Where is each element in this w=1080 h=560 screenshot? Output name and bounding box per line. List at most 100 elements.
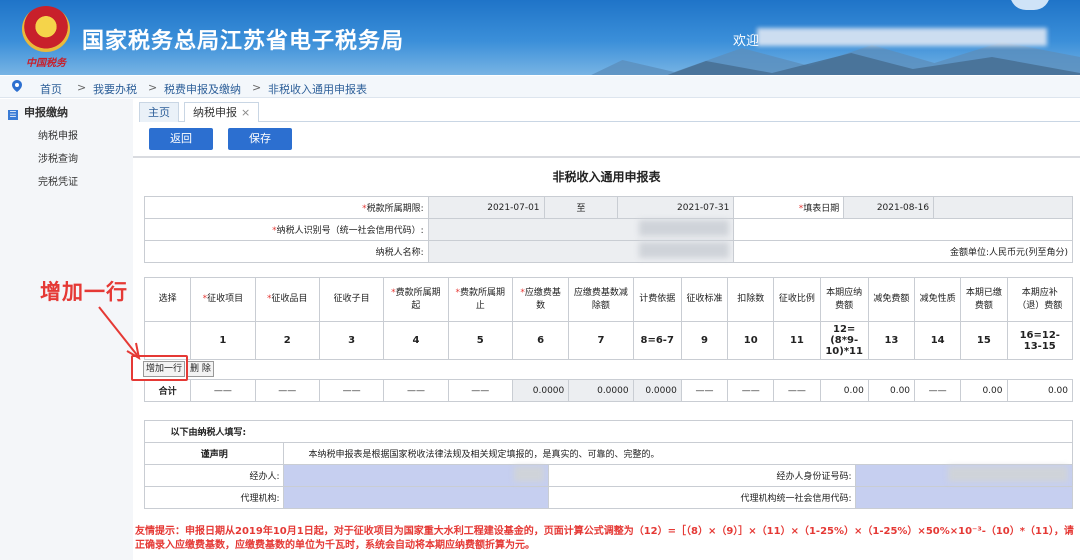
total-cell: 0.0000 [568, 379, 634, 402]
total-cell: 0.00 [960, 379, 1008, 402]
agent-field[interactable] [283, 464, 550, 487]
total-cell: 0.0000 [632, 379, 682, 402]
total-label: 合计 [143, 379, 192, 402]
column-header: 减免费额 [867, 277, 916, 322]
tab-tax-declare[interactable]: 纳税申报 × [184, 102, 260, 122]
column-number: 15 [960, 321, 1008, 360]
fill-date-field[interactable]: 2021-08-16 [843, 196, 935, 219]
column-number: 13 [867, 321, 916, 360]
taxpayer-name-field [427, 240, 735, 263]
agent-id-label: 经办人身份证号码: [548, 464, 857, 487]
period-to-label: 至 [543, 196, 619, 219]
total-cell: —— [190, 379, 256, 402]
sidebar-item-tax-declare[interactable]: 纳税申报 [38, 127, 78, 142]
column-header-label: 征收子目 [333, 294, 370, 304]
amount-unit: 金额单位:人民币元(列至角分) [733, 240, 1073, 263]
declaration-table: 以下由纳税人填写: 谨声明 本纳税申报表是根据国家税收法律法规及相关规定填报的，… [143, 420, 1073, 509]
taxpayer-id-spacer [733, 218, 1073, 241]
column-header: 本期已缴费额 [960, 277, 1008, 322]
sidebar-item-tax-query[interactable]: 涉税查询 [38, 150, 78, 165]
column-header-label: 本期应纳费额 [826, 287, 863, 311]
sidebar-item-tax-receipt[interactable]: 完税凭证 [38, 173, 78, 188]
table-header-row: 选择 *征收项目 *征收品目 征收子目 *费款所属期起 *费款所属期止 *应缴费基数 应缴费基… [143, 277, 1073, 322]
column-header-label: 费款所属期起 [395, 287, 441, 311]
breadcrumb-separator: > [77, 81, 87, 94]
back-button[interactable]: 返回 [149, 128, 213, 150]
column-number: 1 [190, 321, 256, 360]
close-icon[interactable]: × [241, 106, 250, 119]
fee-table: 选择 *征收项目 *征收品目 征收子目 *费款所属期起 *费款所属期止 *应缴费基数 应缴费基… [143, 277, 1073, 402]
total-cell: —— [773, 379, 821, 402]
fill-date-spacer [933, 196, 1073, 219]
save-button[interactable]: 保存 [228, 128, 292, 150]
breadcrumb-home[interactable]: 首页 [40, 81, 62, 97]
taxpayer-id-label: *纳税人识别号（统一社会信用代码）: [144, 218, 429, 241]
add-row-callout: 增加一行 [40, 280, 128, 304]
column-header-label: 计费依据 [639, 294, 676, 304]
column-header: 征收比例 [773, 277, 821, 322]
taxpayer-name-redacted [639, 242, 730, 258]
column-header: 本期应纳费额 [819, 277, 869, 322]
column-number: 6 [511, 321, 570, 360]
column-header-label: 征收比例 [778, 294, 815, 304]
total-cell: —— [447, 379, 513, 402]
sidebar-heading[interactable]: ☰ 申报缴纳 [8, 104, 68, 120]
column-number: 16=12-13-15 [1006, 321, 1073, 360]
table-action-row [145, 360, 1073, 380]
tab-label: 主页 [148, 106, 170, 119]
user-name-redacted [757, 28, 1047, 46]
column-header: *征收项目 [190, 277, 256, 322]
info-table: *税款所属期限: 2021-07-01 至 2021-07-31 *填表日期 2… [144, 196, 1073, 263]
column-header-label: 应缴费基数 [524, 287, 561, 311]
menu-icon: ☰ [8, 110, 18, 120]
column-number: 11 [773, 321, 821, 360]
period-start-field[interactable]: 2021-07-01 [427, 196, 545, 219]
decl-blank [144, 420, 167, 443]
total-cell: —— [254, 379, 320, 402]
header-banner: 中国税务 国家税务总局江苏省电子税务局 欢迎 [0, 0, 1080, 75]
column-header: 征收子目 [318, 277, 385, 322]
breadcrumb-separator: > [148, 81, 158, 94]
agency-field[interactable] [283, 486, 550, 509]
callout-arrow-icon [98, 306, 141, 360]
column-number: 8=6-7 [632, 321, 682, 360]
agent-id-redacted [948, 466, 1068, 482]
column-header: *费款所属期起 [383, 277, 449, 322]
column-number: 3 [318, 321, 385, 360]
total-cell: —— [727, 379, 775, 402]
column-header: 扣除数 [727, 277, 775, 322]
agency-code-field[interactable] [855, 486, 1073, 509]
column-number: 12=(8*9-10)*11 [819, 321, 869, 360]
welcome-text: 欢迎 [733, 34, 760, 49]
user-menu-icon[interactable] [1010, 0, 1050, 10]
column-number: 9 [680, 321, 729, 360]
fill-date-label: *填表日期 [733, 196, 845, 219]
period-end-field[interactable]: 2021-07-31 [617, 196, 735, 219]
breadcrumb-my-tax[interactable]: 我要办税 [93, 81, 137, 97]
column-number: 5 [447, 321, 513, 360]
column-header: 本期应补（退）费额 [1006, 277, 1073, 322]
column-number: 14 [914, 321, 962, 360]
column-header: *应缴费基数 [511, 277, 570, 322]
action-cell [145, 360, 1073, 380]
agent-id-field[interactable] [855, 464, 1073, 487]
sidebar-heading-label: 申报缴纳 [24, 106, 68, 119]
statement-label: 谨声明 [143, 442, 285, 465]
column-header-label: 减免性质 [919, 294, 956, 304]
tax-emblem-logo [22, 6, 70, 52]
location-pin-icon [12, 80, 22, 92]
column-number: 4 [383, 321, 449, 360]
column-header-label: 减免费额 [873, 294, 910, 304]
tab-home[interactable]: 主页 [139, 102, 179, 122]
total-cell: —— [383, 379, 449, 402]
delete-row-button[interactable]: 删 除 [187, 361, 214, 377]
column-number: 10 [727, 321, 775, 360]
column-header: 应缴费基数减除额 [568, 277, 634, 322]
form-title: 非税收入通用申报表 [552, 170, 661, 184]
total-cell: 0.0000 [511, 379, 570, 402]
taxpayer-id-redacted [639, 220, 730, 236]
breadcrumb-declare[interactable]: 税费申报及缴纳 [164, 81, 241, 97]
column-header: 减免性质 [914, 277, 962, 322]
column-header-label: 费款所属期止 [460, 287, 506, 311]
total-cell: 0.00 [1006, 379, 1073, 402]
